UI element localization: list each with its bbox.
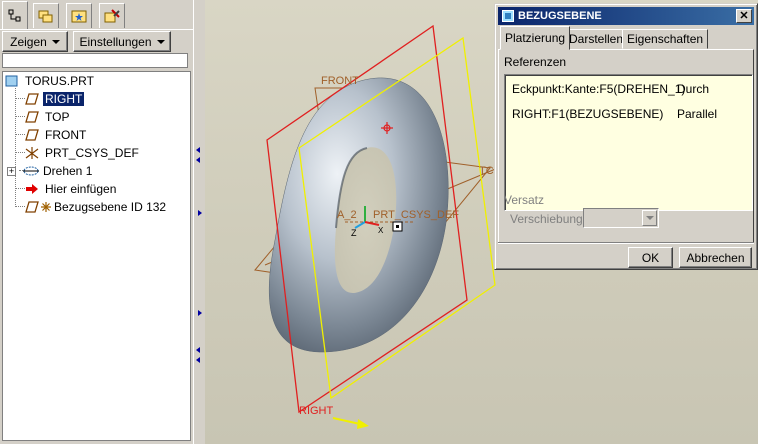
tree-item-label: PRT_CSYS_DEF [45,146,139,160]
datum-plane-icon [25,111,39,123]
revolve-icon [23,166,39,176]
panel-splitter[interactable] [193,0,205,444]
dialog-separator [498,242,754,244]
tree-item-hier-einfuegen[interactable]: Hier einfügen [25,181,118,197]
tree-item-label: TORUS.PRT [25,74,94,88]
collapse-left-icon [196,147,200,153]
tree-item-csys[interactable]: PRT_CSYS_DEF [25,145,141,161]
tree-item-label: Hier einfügen [45,182,117,196]
tree-item-drehen[interactable]: + Drehen 1 [7,163,94,179]
label-front: FRONT [321,75,359,87]
datum-plane-icon [25,93,39,105]
close-icon: ✕ [739,9,749,22]
datum-plane-icon [25,201,39,213]
tab-favorites[interactable] [66,3,92,28]
label-x: X [378,226,384,235]
close-button[interactable]: ✕ [736,9,752,23]
tree-item-label: Bezugsebene ID 132 [54,200,167,214]
model-tree-icon [8,9,21,22]
chevron-down-icon [645,216,654,220]
splitter-grip [196,147,202,363]
tab-tools[interactable] [99,3,125,28]
reference-ref-2[interactable]: RIGHT:F1(BEZUGSEBENE) [512,107,663,121]
direction-arrow-icon [332,417,369,429]
csys-icon [25,147,39,159]
verschiebung-combo[interactable] [583,208,659,228]
tree-item-label: TOP [45,110,70,124]
expand-plus-icon[interactable]: + [7,166,16,176]
tree-item-bezugsebene-132[interactable]: Bezugsebene ID 132 [25,199,168,215]
dialog-title: BEZUGSEBENE [518,10,602,22]
dialog-titlebar[interactable]: BEZUGSEBENE ✕ [498,7,754,25]
label-axis: A_2 [337,209,357,221]
new-feature-star-icon [41,202,51,212]
navigator-tabbar [0,0,193,30]
model-tree: TORUS.PRT RIGHT TOP FRONT PRT_CSYS_DEF +… [2,71,191,441]
zeigen-label: Zeigen [10,34,47,49]
part-icon [5,75,18,87]
abbrechen-button[interactable]: Abbrechen [679,247,752,268]
referenzen-label: Referenzen [504,55,567,69]
tools-icon [104,9,120,23]
verschiebung-label: Verschiebung [510,212,583,226]
einstellungen-label: Einstellungen [79,34,152,49]
tree-item-front[interactable]: FRONT [25,127,88,143]
tab-platzierung[interactable]: Platzierung [500,26,571,50]
dialog-app-icon [502,10,514,22]
tree-item-label: FRONT [45,128,87,142]
chevron-down-icon [156,39,165,44]
ok-button[interactable]: OK [628,247,673,268]
versatz-label: Versatz [504,193,545,207]
reference-ref-1[interactable]: Eckpunkt:Kante:F5(DREHEN_1) [512,82,685,96]
layers-icon [38,10,53,23]
bezugsebene-dialog: BEZUGSEBENE ✕ Platzierung Darstellen Eig… [494,3,758,270]
tab-layers[interactable] [33,3,59,28]
reference-constraint-1[interactable]: Durch [677,82,709,96]
zeigen-button[interactable]: Zeigen [2,31,68,52]
tab-model-tree[interactable] [2,1,28,30]
reference-constraint-2[interactable]: Parallel [677,107,717,121]
insert-arrow-icon [26,184,38,194]
references-list[interactable]: Eckpunkt:Kante:F5(DREHEN_1) Durch RIGHT:… [504,74,753,211]
tree-item-label: RIGHT [43,92,85,106]
expand-right-icon [198,210,202,216]
einstellungen-button[interactable]: Einstellungen [73,31,171,52]
label-csys: PRT_CSYS_DEF [373,209,459,221]
datum-plane-icon [25,129,39,141]
tree-item-top[interactable]: TOP [25,109,71,125]
label-z: Z [351,228,357,238]
label-right: RIGHT [299,405,334,417]
tree-item-right[interactable]: RIGHT [25,91,85,107]
model-tree-panel: Zeigen Einstellungen TORUS.PRT RIGHT TOP… [0,0,193,444]
star-icon [71,10,87,23]
label-top: TC [479,165,494,177]
tree-item-label: Drehen 1 [43,164,93,178]
tree-item-torus[interactable]: TORUS.PRT [5,73,96,89]
tree-filter-bar[interactable] [2,53,188,68]
combo-dropdown-button[interactable] [642,210,657,226]
tab-eigenschaften[interactable]: Eigenschaften [622,29,709,49]
tab-darstellen[interactable]: Darstellen [564,29,629,49]
chevron-down-icon [51,39,60,44]
